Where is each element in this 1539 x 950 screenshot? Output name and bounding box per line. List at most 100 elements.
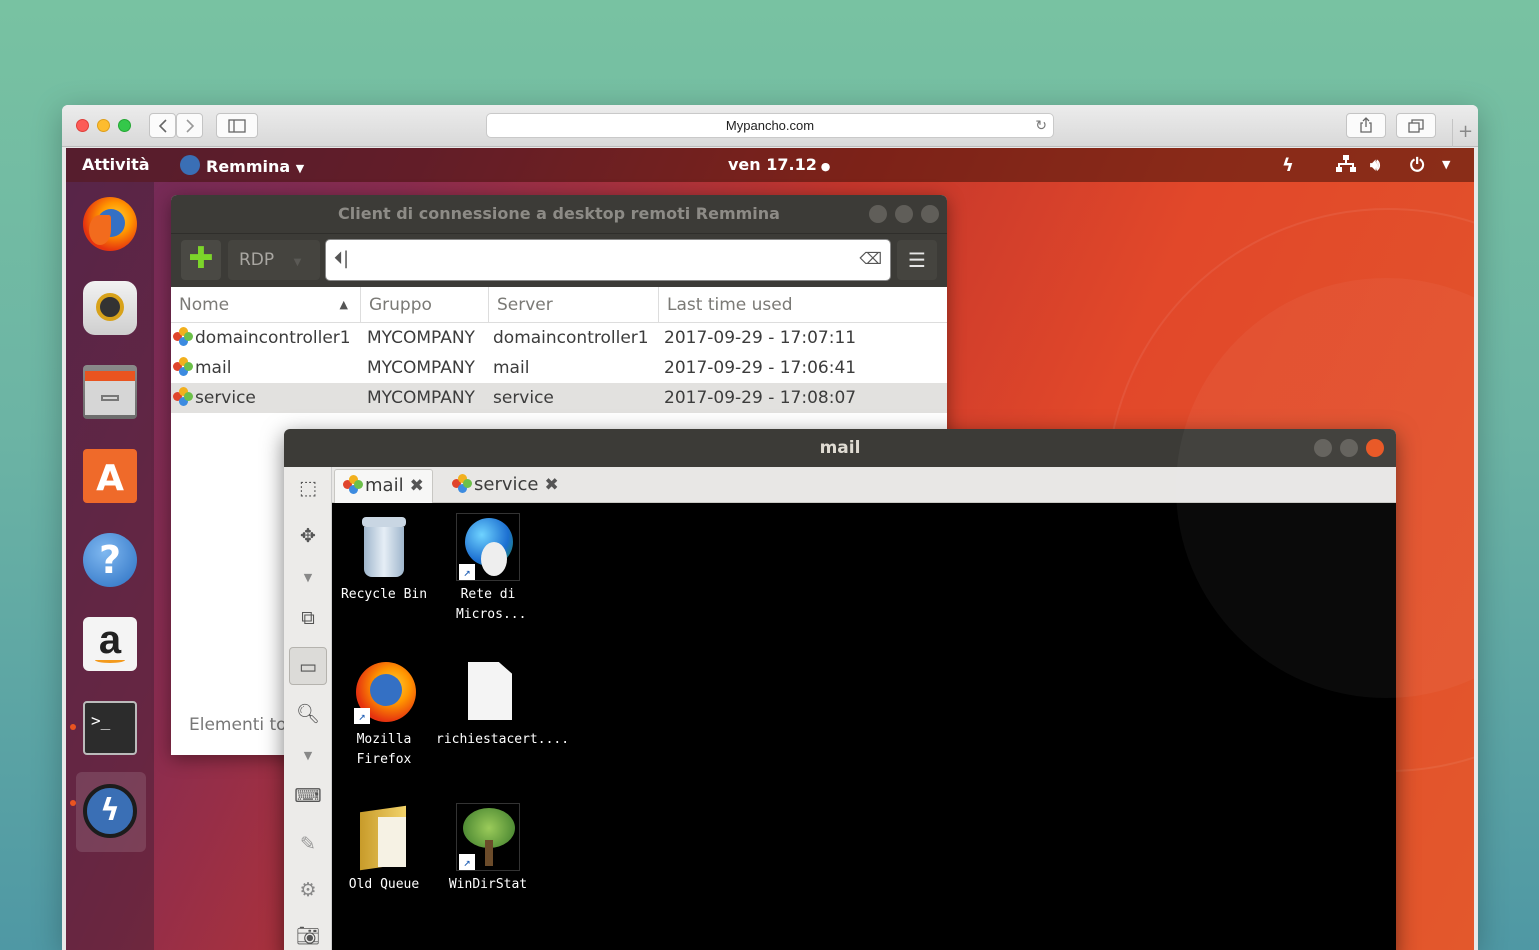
screenshot-icon[interactable]: 📷︎ xyxy=(289,917,327,950)
column-header-group[interactable]: Gruppo xyxy=(361,287,489,323)
tab-label: service xyxy=(474,474,539,495)
keyboard-grab-icon[interactable]: ⌨ xyxy=(289,777,327,815)
app-menu-label: Remmina xyxy=(206,157,291,176)
software-center-icon: A xyxy=(83,449,137,503)
tab-service[interactable]: service ✖ xyxy=(444,469,567,503)
minimize-window-button[interactable] xyxy=(97,119,110,132)
row-server: service xyxy=(493,388,554,408)
folder-icon xyxy=(352,803,416,871)
hamburger-menu-button[interactable]: ☰ xyxy=(897,240,937,280)
row-group: MYCOMPANY xyxy=(367,358,475,378)
launcher-help[interactable]: ? xyxy=(76,526,144,594)
rhythmbox-icon xyxy=(83,281,137,335)
connect-icon: ⏴| xyxy=(334,248,350,269)
add-connection-button[interactable]: ✚ xyxy=(181,240,221,280)
tab-mail[interactable]: mail ✖ xyxy=(334,469,433,503)
desktop-icon-network[interactable]: ↗ Rete di Micros... xyxy=(436,513,540,625)
preferences-icon[interactable]: ✎ xyxy=(289,825,327,863)
launcher-software[interactable]: A xyxy=(76,442,144,510)
desktop-icon-recycle-bin[interactable]: Recycle Bin xyxy=(332,513,436,605)
reload-icon[interactable]: ↻ xyxy=(1035,114,1047,137)
icon-label: Recycle Bin xyxy=(340,587,428,602)
close-tab-icon[interactable]: ✖ xyxy=(410,476,424,496)
remmina-tray-icon[interactable]: ϟ xyxy=(1282,155,1294,176)
row-name-text: service xyxy=(195,388,256,408)
close-button[interactable] xyxy=(921,205,939,223)
new-tab-button[interactable]: + xyxy=(1452,119,1478,147)
launcher-rhythmbox[interactable] xyxy=(76,274,144,342)
desktop-icon-windirstat[interactable]: ↗ WinDirStat xyxy=(436,803,540,895)
firefox-icon: ↗ xyxy=(352,658,416,726)
app-menu[interactable]: Remmina ▼ xyxy=(180,155,304,176)
minimize-button[interactable] xyxy=(869,205,887,223)
gnome-top-bar: Attività Remmina ▼ ven 17.12 ● ϟ 🔊︎ ⏻ ▼ xyxy=(66,148,1474,182)
sort-ascending-icon: ▲ xyxy=(339,298,348,311)
switch-tab-icon[interactable]: ⧉ xyxy=(289,599,327,637)
safari-window: Mypancho.com ↻ + Attività Remmina ▼ ven … xyxy=(62,105,1478,950)
system-menu-arrow-icon[interactable]: ▼ xyxy=(1442,158,1450,171)
volume-icon[interactable]: 🔊︎ xyxy=(1370,155,1380,175)
row-name-text: mail xyxy=(195,358,232,378)
remmina-headerbar: ✚ RDP ▼ ⏴| ⌫ ☰ xyxy=(171,233,947,287)
dropdown-arrow-icon[interactable]: ▼ xyxy=(289,559,327,597)
rdp-icon xyxy=(173,387,193,407)
sidebar-button[interactable] xyxy=(216,113,258,138)
maximize-button[interactable] xyxy=(895,205,913,223)
safari-toolbar: Mypancho.com ↻ + xyxy=(62,105,1478,147)
minimize-button[interactable] xyxy=(1314,439,1332,457)
clock[interactable]: ven 17.12 ● xyxy=(728,155,830,174)
protocol-select[interactable]: RDP ▼ xyxy=(228,240,320,280)
address-bar[interactable]: Mypancho.com ↻ xyxy=(486,113,1054,138)
document-icon xyxy=(456,658,520,726)
shortcut-arrow-icon: ↗ xyxy=(459,564,475,580)
tabs-icon xyxy=(1408,119,1424,133)
quick-connect-input[interactable]: ⏴| ⌫ xyxy=(325,239,891,281)
launcher-amazon[interactable]: a xyxy=(76,610,144,678)
scale-toggle-icon[interactable]: ✥ xyxy=(289,517,327,555)
rdp-icon xyxy=(452,474,472,494)
column-header-server[interactable]: Server xyxy=(489,287,659,323)
close-window-button[interactable] xyxy=(76,119,89,132)
launcher-firefox[interactable] xyxy=(76,190,144,258)
table-row[interactable]: mail MYCOMPANY mail 2017-09-29 - 17:06:4… xyxy=(171,353,947,383)
back-button[interactable] xyxy=(149,113,176,138)
table-row[interactable]: domaincontroller1 MYCOMPANY domaincontro… xyxy=(171,323,947,353)
dropdown-arrow-icon[interactable]: ▼ xyxy=(289,737,327,775)
scaled-mode-icon[interactable]: 🔍︎ xyxy=(289,695,327,733)
maximize-button[interactable] xyxy=(1340,439,1358,457)
network-icon[interactable] xyxy=(1336,155,1356,177)
row-group: MYCOMPANY xyxy=(367,388,475,408)
column-header-name[interactable]: Nome ▲ xyxy=(171,287,361,323)
share-button[interactable] xyxy=(1346,113,1386,138)
launcher-remmina[interactable]: ϟ xyxy=(70,772,146,852)
running-indicator xyxy=(70,724,76,730)
remmina-small-icon xyxy=(180,155,200,175)
zoom-window-button[interactable] xyxy=(118,119,131,132)
row-last-used: 2017-09-29 - 17:06:41 xyxy=(664,358,857,378)
remote-desktop-view[interactable]: Recycle Bin ↗ Rete di Micros... ↗ Mozill… xyxy=(332,503,1396,950)
amazon-icon: a xyxy=(83,617,137,671)
activities-button[interactable]: Attività xyxy=(82,155,150,174)
launcher-terminal[interactable]: >_ xyxy=(70,694,144,762)
tabs-overview-button[interactable] xyxy=(1396,113,1436,138)
power-icon[interactable]: ⏻ xyxy=(1410,155,1424,176)
table-row-selected[interactable]: service MYCOMPANY service 2017-09-29 - 1… xyxy=(171,383,947,413)
launcher-files[interactable] xyxy=(76,358,144,426)
rdp-icon xyxy=(173,327,193,347)
close-tab-icon[interactable]: ✖ xyxy=(544,475,558,495)
forward-button[interactable] xyxy=(176,113,203,138)
clear-icon[interactable]: ⌫ xyxy=(859,249,882,268)
row-last-used: 2017-09-29 - 17:08:07 xyxy=(664,388,857,408)
column-header-label: Nome xyxy=(179,295,230,315)
fullscreen-toggle-icon[interactable]: ⬚ xyxy=(289,469,327,507)
shortcut-arrow-icon: ↗ xyxy=(354,708,370,724)
row-name-cell: domaincontroller1 xyxy=(173,323,351,353)
column-header-last-used[interactable]: Last time used xyxy=(659,287,947,323)
desktop-icon-firefox[interactable]: ↗ Mozilla Firefox xyxy=(332,658,436,770)
close-button[interactable] xyxy=(1366,439,1384,457)
desktop-icon-old-queue[interactable]: Old Queue xyxy=(332,803,436,895)
chevron-left-icon xyxy=(158,119,167,133)
tools-gear-icon[interactable]: ⚙ xyxy=(289,871,327,909)
desktop-icon-document[interactable]: richiestacert.... xyxy=(436,658,569,750)
dynamic-resolution-icon[interactable]: ▭ xyxy=(289,647,327,685)
